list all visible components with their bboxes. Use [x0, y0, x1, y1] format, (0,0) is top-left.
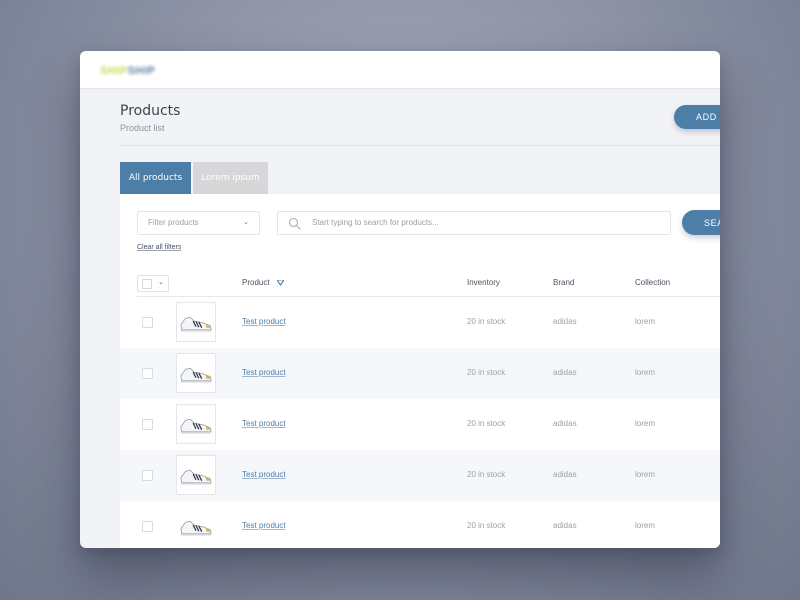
- collection-cell: lorem: [635, 368, 656, 377]
- header-divider: [120, 145, 720, 146]
- brand-cell: adidas: [553, 419, 577, 428]
- app-window: SHIPSHIP Products Product list ADD P All…: [80, 51, 720, 548]
- product-link[interactable]: Test product: [242, 417, 286, 431]
- product-thumbnail[interactable]: [176, 455, 216, 495]
- brand-cell: adidas: [553, 317, 577, 326]
- tab-all-products[interactable]: All products: [120, 162, 191, 194]
- bulk-select-dropdown[interactable]: ⌄: [137, 275, 169, 292]
- table-row[interactable]: Test product 20 in stock adidas lorem: [120, 501, 720, 548]
- search-input[interactable]: Start typing to search for products...: [277, 211, 671, 235]
- column-header-collection[interactable]: Collection: [635, 275, 670, 291]
- collection-cell: lorem: [635, 317, 656, 326]
- search-button[interactable]: SEA: [682, 210, 720, 235]
- select-all-checkbox[interactable]: [142, 279, 152, 289]
- sneaker-icon: [180, 520, 212, 536]
- product-link[interactable]: Test product: [242, 519, 286, 533]
- inventory-cell: 20 in stock: [467, 317, 506, 326]
- page-title: Products: [120, 103, 181, 119]
- product-link[interactable]: Test product: [242, 366, 286, 380]
- filter-select-placeholder: Filter products: [148, 218, 199, 227]
- add-product-button[interactable]: ADD P: [674, 105, 720, 129]
- inventory-cell: 20 in stock: [467, 419, 506, 428]
- table-row[interactable]: Test product 20 in stock adidas lorem: [120, 399, 720, 450]
- table-row[interactable]: Test product 20 in stock adidas lorem: [120, 297, 720, 348]
- sneaker-icon: [180, 418, 212, 434]
- page-subtitle: Product list: [120, 123, 165, 133]
- product-link[interactable]: Test product: [242, 315, 286, 329]
- sneaker-icon: [180, 316, 212, 332]
- inventory-cell: 20 in stock: [467, 368, 506, 377]
- brand-cell: adidas: [553, 368, 577, 377]
- product-thumbnail[interactable]: [176, 506, 216, 546]
- brand-cell: adidas: [553, 521, 577, 530]
- sneaker-icon: [180, 367, 212, 383]
- collection-cell: lorem: [635, 470, 656, 479]
- inventory-cell: 20 in stock: [467, 521, 506, 530]
- clear-filters-link[interactable]: Clear all filters: [137, 244, 181, 251]
- inventory-cell: 20 in stock: [467, 470, 506, 479]
- column-header-brand[interactable]: Brand: [553, 275, 574, 291]
- top-bar: SHIPSHIP: [80, 51, 720, 89]
- search-placeholder: Start typing to search for products...: [312, 218, 439, 227]
- collection-cell: lorem: [635, 419, 656, 428]
- chevron-down-icon: ⌄: [158, 279, 164, 286]
- collection-cell: lorem: [635, 521, 656, 530]
- product-link[interactable]: Test product: [242, 468, 286, 482]
- sneaker-icon: [180, 469, 212, 485]
- filter-products-select[interactable]: Filter products ⌄: [137, 211, 260, 235]
- products-panel: Filter products ⌄ Start typing to search…: [120, 194, 720, 548]
- column-header-inventory[interactable]: Inventory: [467, 275, 500, 291]
- brand-cell: adidas: [553, 470, 577, 479]
- product-thumbnail[interactable]: [176, 353, 216, 393]
- tab-lorem-ipsum[interactable]: Lorem ipsum: [193, 162, 268, 194]
- row-checkbox[interactable]: [142, 470, 153, 481]
- product-thumbnail[interactable]: [176, 404, 216, 444]
- row-checkbox[interactable]: [142, 521, 153, 532]
- row-checkbox[interactable]: [142, 419, 153, 430]
- row-checkbox[interactable]: [142, 368, 153, 379]
- table-row[interactable]: Test product 20 in stock adidas lorem: [120, 348, 720, 399]
- chevron-down-icon: ⌄: [243, 219, 249, 226]
- search-icon: [288, 217, 301, 230]
- product-thumbnail[interactable]: [176, 302, 216, 342]
- sort-down-icon[interactable]: [277, 280, 284, 286]
- column-header-product[interactable]: Product: [242, 275, 270, 291]
- logo[interactable]: SHIPSHIP: [100, 65, 182, 77]
- table-row[interactable]: Test product 20 in stock adidas lorem: [120, 450, 720, 501]
- row-checkbox[interactable]: [142, 317, 153, 328]
